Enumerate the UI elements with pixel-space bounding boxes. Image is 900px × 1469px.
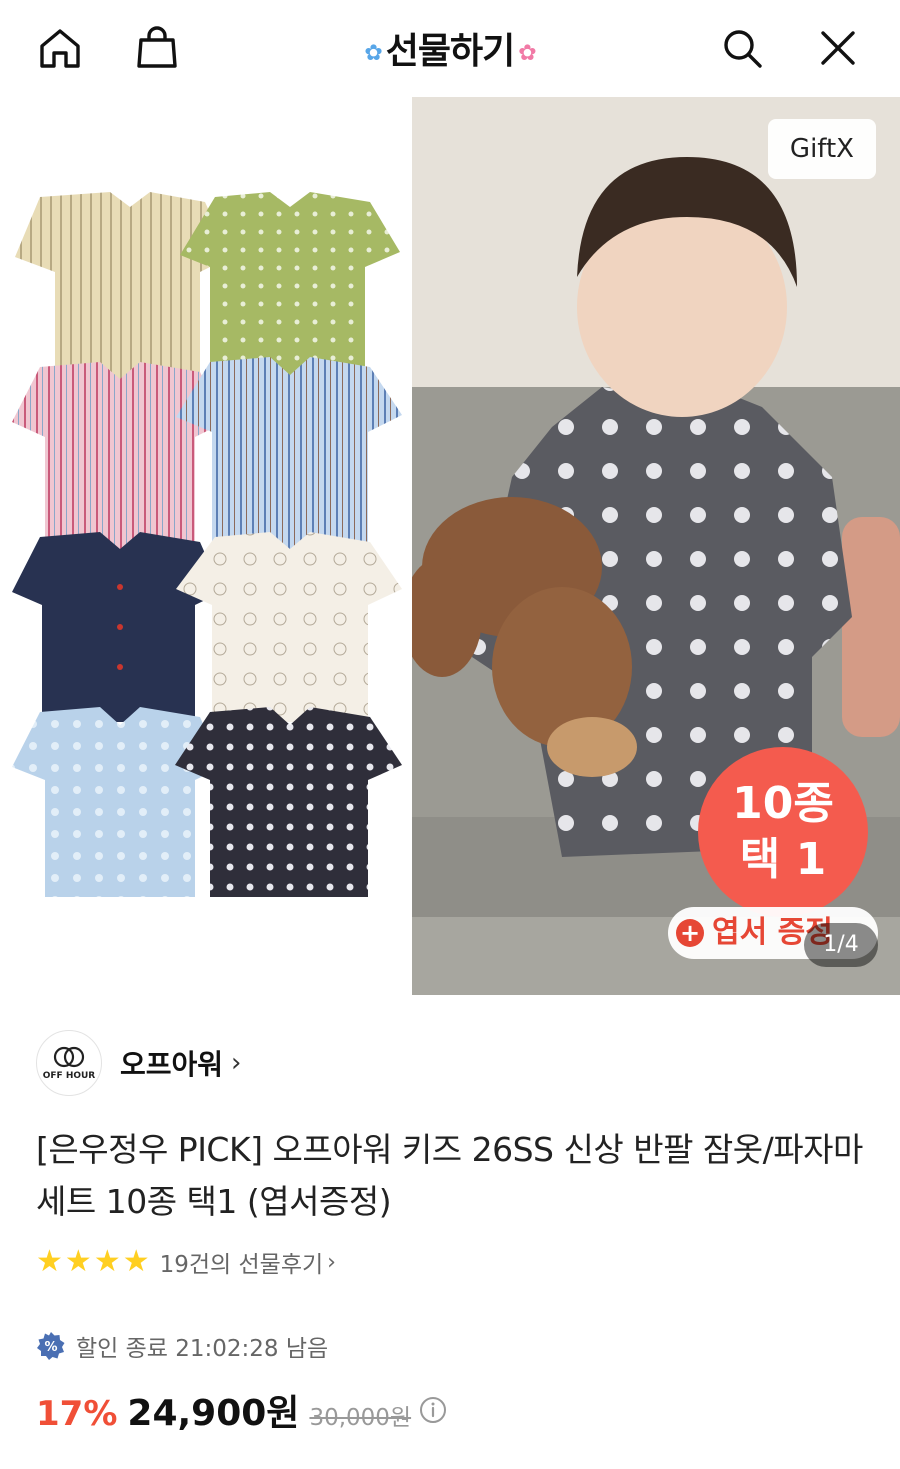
pajama-lightblue-dot — [12, 707, 222, 897]
search-icon — [724, 30, 762, 68]
promo-badge-line2: 택 1 — [739, 834, 827, 885]
giftx-badge: GiftX — [767, 119, 876, 179]
review-count: 19건의 선물후기 — [159, 1252, 324, 1278]
pajama-variants-image — [0, 97, 412, 995]
pajama-green-dot — [180, 192, 400, 382]
shopping-bag-button[interactable] — [129, 20, 185, 76]
shopping-bag-icon — [137, 26, 177, 68]
pajama-blue-stripe — [176, 357, 402, 557]
flower-icon: ✿ — [518, 40, 536, 66]
star-icon: ★ — [122, 1244, 150, 1279]
plus-icon: + — [676, 919, 704, 947]
review-link[interactable]: ★ ★ ★ ★ 19건의 선물후기 › — [36, 1242, 336, 1282]
image-page-indicator: 1/4 — [804, 923, 878, 967]
brand-name: 오프아워 — [120, 1048, 224, 1081]
svg-text:%: % — [44, 1340, 57, 1355]
info-icon[interactable] — [419, 1396, 447, 1424]
price-row: 17% 24,900원 30,000원 — [36, 1384, 447, 1436]
close-button[interactable] — [810, 20, 866, 76]
pajama-beige-stripe — [15, 192, 230, 387]
sale-price: 24,900원 — [127, 1393, 300, 1434]
promo-badge: 10종 택 1 — [698, 747, 868, 917]
discount-rate: 17% — [36, 1394, 118, 1434]
pajama-charcoal-dot — [175, 707, 402, 897]
star-icon: ★ — [64, 1244, 92, 1279]
product-image-carousel[interactable]: GiftX 10종 택 1 + 엽서 증정 1/4 — [0, 97, 900, 995]
chevron-right-icon: › — [231, 1048, 242, 1078]
pajama-navy — [12, 532, 222, 722]
product-title: [은우정우 PICK] 오프아워 키즈 26SS 신상 반팔 잠옷/파자마 세트… — [36, 1130, 863, 1221]
original-price: 30,000원 — [309, 1405, 412, 1431]
search-button[interactable] — [714, 20, 770, 76]
brand-logo-text: OFF HOUR — [42, 1071, 96, 1081]
discount-badge-icon: % — [37, 1332, 65, 1360]
top-header: ✿ 선물하기 ✿ — [0, 0, 900, 97]
pajama-cream-pattern — [176, 532, 402, 722]
rating-stars: ★ ★ ★ ★ — [36, 1247, 150, 1277]
discount-timer: % 할인 종료 21:02:28 남음 — [36, 1326, 328, 1366]
star-icon: ★ — [93, 1244, 121, 1279]
home-button[interactable] — [32, 20, 88, 76]
brand-link[interactable]: OFF HOUR 오프아워 › — [36, 1030, 241, 1096]
flower-icon: ✿ — [364, 40, 382, 66]
brand-logo: OFF HOUR — [36, 1030, 102, 1096]
star-icon: ★ — [36, 1244, 63, 1279]
close-icon — [821, 31, 855, 65]
promo-badge-line1: 10종 — [732, 778, 834, 829]
discount-timer-text: 할인 종료 21:02:28 남음 — [76, 1336, 329, 1362]
home-icon — [40, 29, 80, 68]
chevron-right-icon: › — [327, 1249, 336, 1275]
